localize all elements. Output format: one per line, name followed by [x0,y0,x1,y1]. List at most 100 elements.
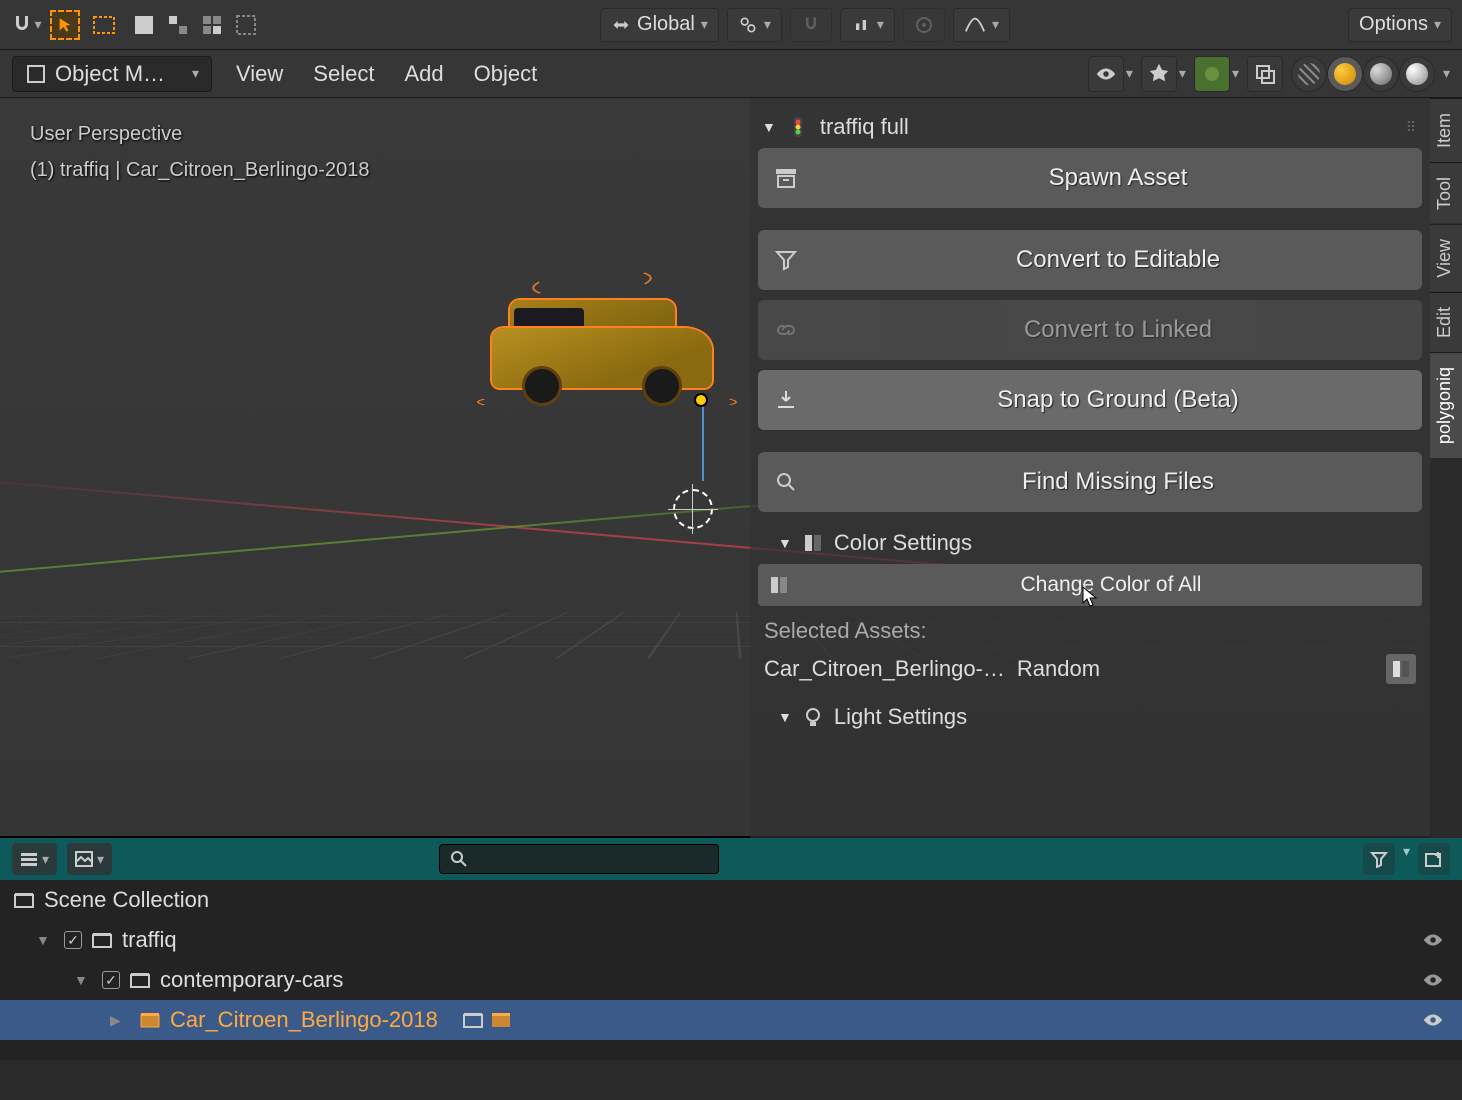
viewport-overlay-text: User Perspective (1) traffiq | Car_Citro… [30,116,369,188]
light-settings-title: Light Settings [834,704,967,730]
color-icon [758,574,800,596]
lightbulb-icon [802,706,824,728]
proportional-edit-icon[interactable] [903,8,945,42]
color-settings-header[interactable]: ▼ Color Settings [758,522,1422,564]
spawn-asset-button[interactable]: Spawn Asset [758,148,1422,208]
linked-object-icon [138,1011,162,1029]
shading-solid[interactable] [1327,56,1363,92]
traffiq-panel: ▼ traffiq full ⠿ Spawn Asset Convert to … [750,98,1430,838]
panel-header[interactable]: ▼ traffiq full ⠿ [758,106,1422,148]
interaction-mode-dropdown[interactable]: Object M… ▾ [12,56,212,92]
pivot-icon-4[interactable] [230,9,262,41]
collection-toggle-checkbox[interactable] [64,931,82,949]
tab-edit[interactable]: Edit [1430,292,1462,352]
spawn-asset-label: Spawn Asset [814,164,1422,192]
link-icon [758,318,814,342]
pivot-point-dropdown[interactable]: ▾ [727,8,782,42]
pivot-icon-1[interactable] [128,9,160,41]
collection-icon [12,891,36,909]
collection-toggle-checkbox[interactable] [102,971,120,989]
viewport-perspective-label: User Perspective [30,116,369,152]
outliner-search-field[interactable] [476,849,708,870]
convert-editable-label: Convert to Editable [814,246,1422,274]
search-icon [450,850,468,868]
chevron-down-icon: ▼ [778,535,792,551]
traffiq-label: traffiq [122,927,177,953]
gizmo-dropdown[interactable] [1141,56,1177,92]
selected-assets-label: Selected Assets: [758,614,1422,648]
snap-dropdown[interactable] [790,8,832,42]
mode-label: Object M… [55,61,184,87]
change-color-all-button[interactable]: Change Color of All [758,564,1422,606]
color-swatch-button[interactable] [1386,654,1416,684]
snap-ground-label: Snap to Ground (Beta) [814,386,1422,414]
pivot-icon-3[interactable] [196,9,228,41]
dashed-rect-icon[interactable] [88,9,120,41]
orientation-label: Global [637,13,695,36]
outliner-panel: Scene Collection ▼ traffiq ▼ contemporar… [0,880,1462,1060]
find-missing-button[interactable]: Find Missing Files [758,452,1422,512]
proportional-falloff-dropdown[interactable]: ▾ [953,8,1010,42]
shading-wireframe[interactable] [1291,56,1327,92]
car-mesh-object[interactable] [482,290,732,410]
convert-linked-label: Convert to Linked [814,316,1422,344]
tab-tool[interactable]: Tool [1430,162,1462,224]
options-label: Options [1359,13,1428,36]
change-color-label: Change Color of All [800,573,1422,597]
outliner-search-input[interactable] [439,844,719,874]
chevron-down-icon: ▼ [778,709,792,725]
scene-collection-row[interactable]: Scene Collection [0,880,1462,920]
expand-arrow[interactable]: ▶ [110,1012,130,1029]
search-file-icon [758,470,814,494]
palette-icon [802,532,824,554]
orientation-dropdown[interactable]: Global ▾ [600,8,719,42]
contemporary-cars-label: contemporary-cars [160,967,343,993]
viewport-object-label: (1) traffiq | Car_Citroen_Berlingo-2018 [30,152,369,188]
expand-arrow[interactable]: ▼ [36,932,56,948]
3d-cursor [673,489,713,529]
menu-add[interactable]: Add [398,57,449,91]
light-settings-header[interactable]: ▼ Light Settings [758,696,1422,738]
overlays-toggle[interactable] [1194,56,1230,92]
menu-object[interactable]: Object [468,57,544,91]
visibility-dropdown[interactable] [1088,56,1124,92]
outliner-filter-dropdown[interactable] [1363,843,1395,875]
collection-icon [128,971,152,989]
expand-arrow[interactable]: ▼ [74,972,94,988]
convert-editable-button[interactable]: Convert to Editable [758,230,1422,290]
object-car-berlingo-row[interactable]: ▶ Car_Citroen_Berlingo-2018 [0,1000,1462,1040]
z-axis-line [702,401,704,481]
color-settings-title: Color Settings [834,530,972,556]
visibility-toggle-icon[interactable] [1422,972,1444,988]
shading-preview[interactable] [1363,56,1399,92]
magnet-icon[interactable]: ▾ [10,9,42,41]
drag-handle-icon[interactable]: ⠿ [1406,119,1418,136]
shading-rendered[interactable] [1399,56,1435,92]
snap-to-dropdown[interactable]: ▾ [840,8,895,42]
filter-icon [758,248,814,272]
outliner-new-collection-button[interactable] [1418,843,1450,875]
download-icon [758,388,814,412]
scene-collection-label: Scene Collection [44,887,209,913]
tab-view[interactable]: View [1430,224,1462,292]
collection-traffiq-row[interactable]: ▼ traffiq [0,920,1462,960]
menu-select[interactable]: Select [307,57,380,91]
tab-polygoniq[interactable]: polygoniq [1430,352,1462,458]
tab-item[interactable]: Item [1430,98,1462,162]
select-tool-icon[interactable] [50,10,80,40]
options-dropdown[interactable]: Options ▾ [1348,8,1452,42]
visibility-toggle-icon[interactable] [1422,1012,1444,1028]
menu-view[interactable]: View [230,57,289,91]
panel-title: traffiq full [820,114,909,140]
snap-ground-button[interactable]: Snap to Ground (Beta) [758,370,1422,430]
outliner-display-mode-dropdown[interactable]: ▾ [12,843,57,875]
outliner-view-dropdown[interactable]: ▾ [67,843,112,875]
convert-linked-button: Convert to Linked [758,300,1422,360]
pivot-icon-2[interactable] [162,9,194,41]
traffic-light-icon [786,115,810,139]
visibility-toggle-icon[interactable] [1422,932,1444,948]
archive-icon [758,167,814,189]
collection-contemporary-cars-row[interactable]: ▼ contemporary-cars [0,960,1462,1000]
object-type-icons [462,1011,512,1029]
xray-toggle[interactable] [1247,56,1283,92]
